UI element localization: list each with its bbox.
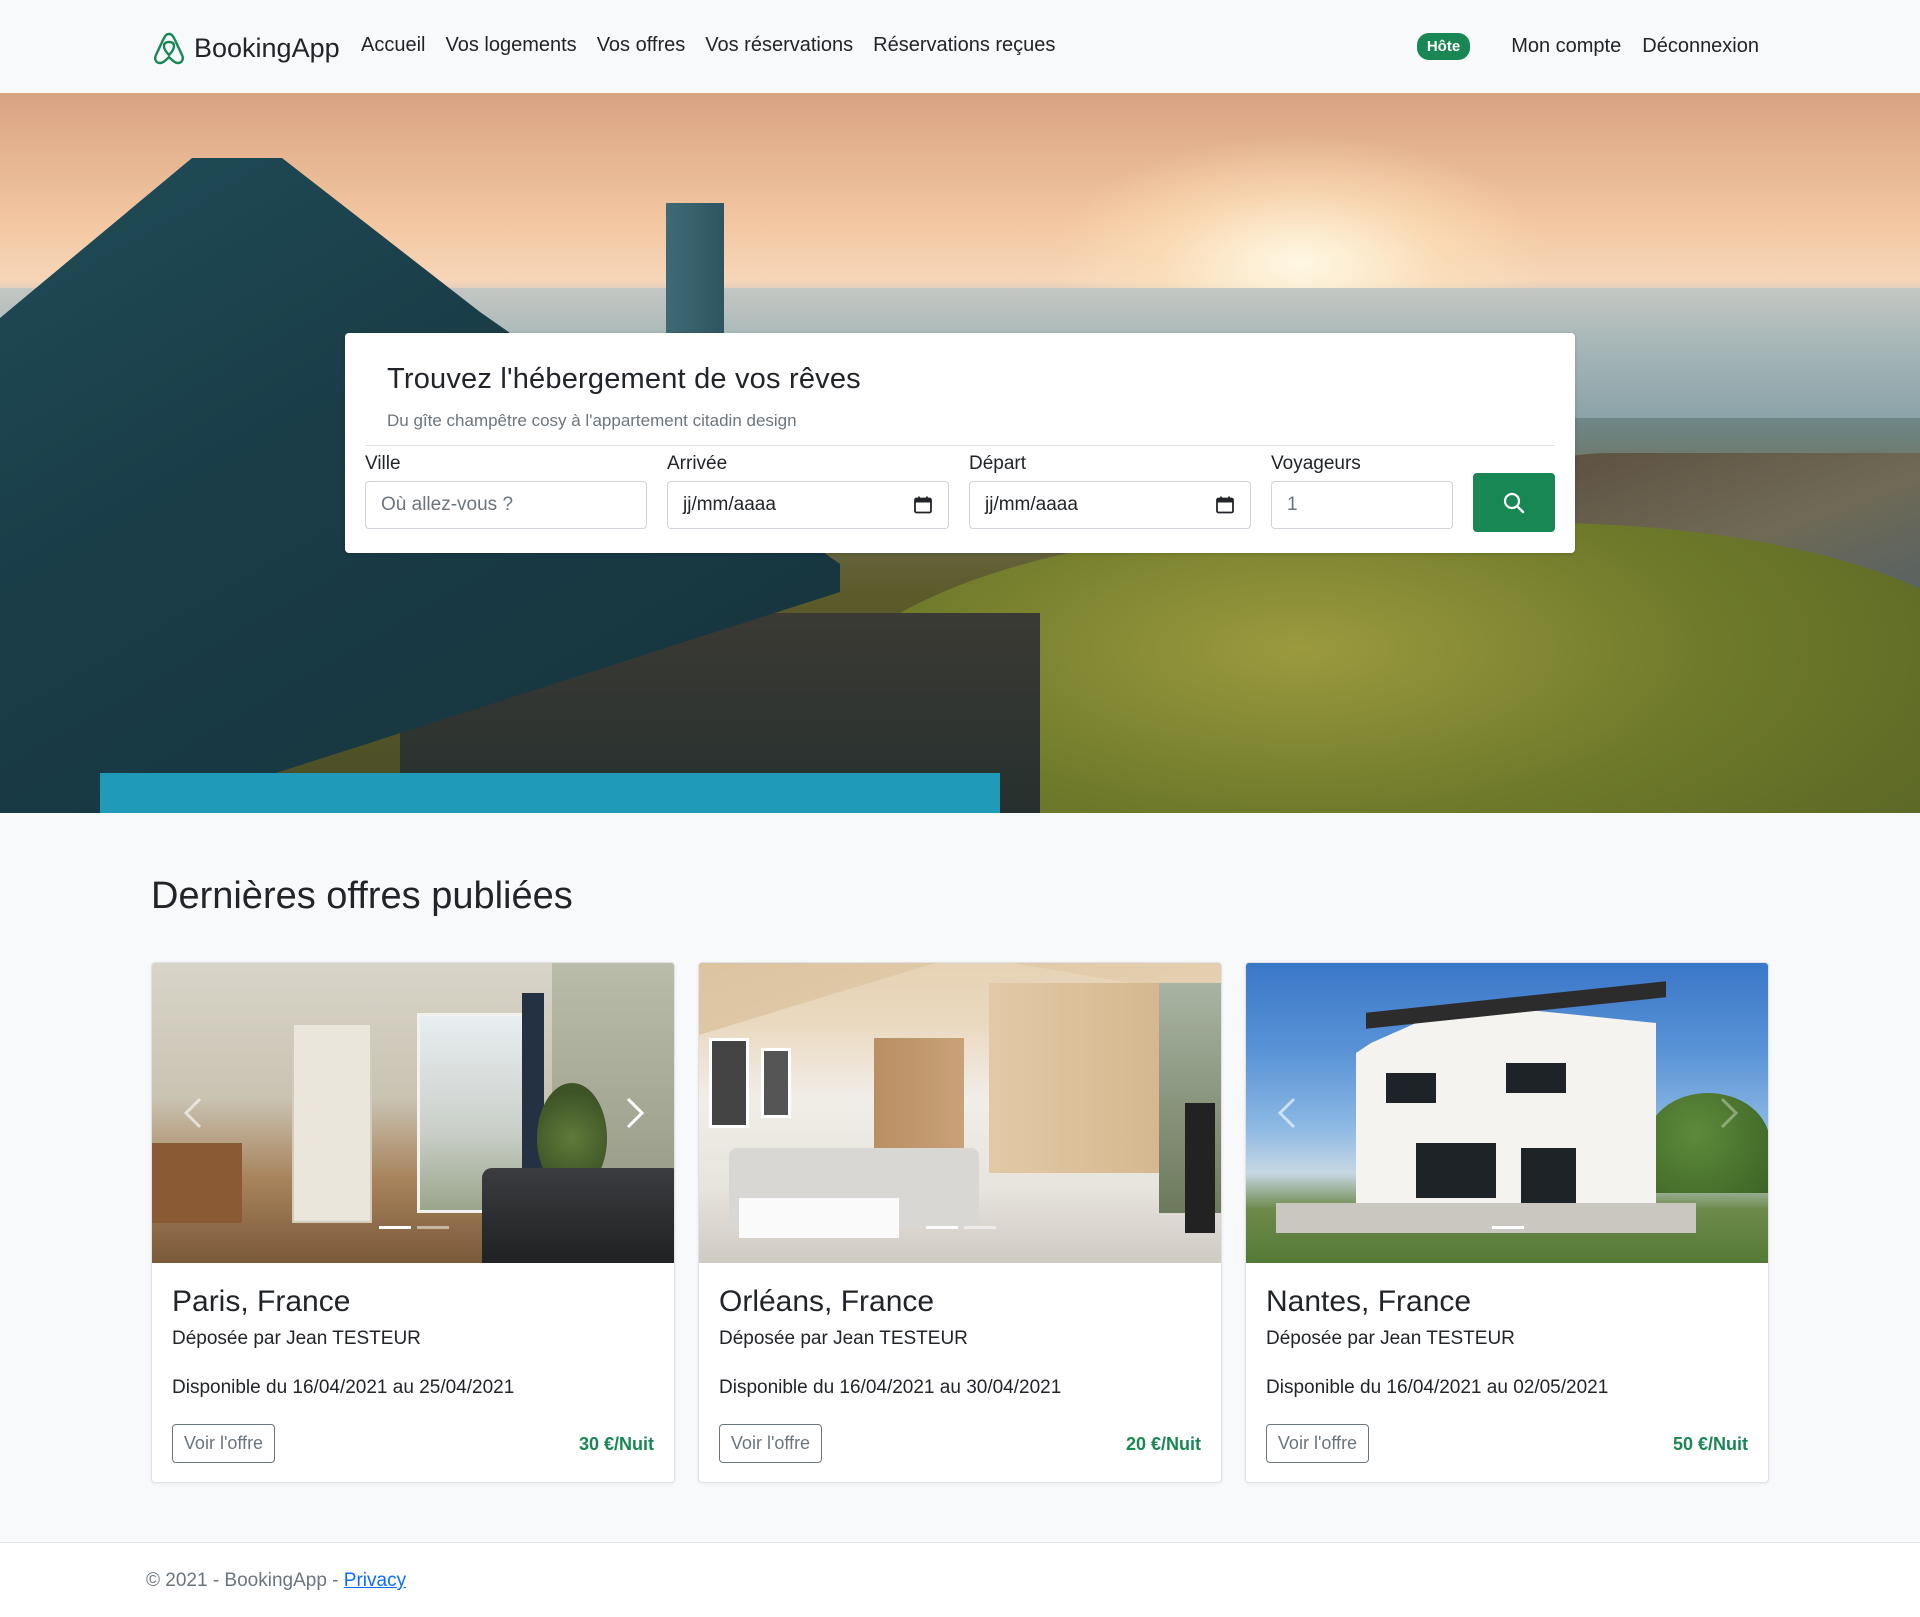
image-window [1386, 1073, 1436, 1103]
nav-my-listings[interactable]: Vos logements [445, 34, 576, 57]
privacy-link[interactable]: Privacy [344, 1570, 406, 1591]
offer-card: Nantes, France Déposée par Jean TESTEUR … [1245, 962, 1769, 1483]
hero-pool [100, 773, 1000, 813]
offer-city: Paris, France [172, 1285, 351, 1318]
chevron-right-icon[interactable] [620, 1093, 650, 1133]
offer-image-carousel[interactable] [699, 963, 1221, 1263]
departure-date-input[interactable]: jj/mm/aaaa [969, 481, 1251, 529]
view-offer-button[interactable]: Voir l'offre [172, 1424, 275, 1463]
airbnb-logo-icon [154, 32, 184, 65]
image-window [1521, 1148, 1576, 1203]
nav-home[interactable]: Accueil [361, 34, 425, 57]
chevron-left-icon[interactable] [1272, 1093, 1302, 1133]
offer-availability: Disponible du 16/04/2021 au 02/05/2021 [1266, 1377, 1609, 1398]
image-frame [709, 1038, 749, 1128]
offer-card: Orléans, France Déposée par Jean TESTEUR… [698, 962, 1222, 1483]
nav-logout[interactable]: Déconnexion [1642, 35, 1759, 58]
host-badge: Hôte [1416, 33, 1471, 60]
carousel-indicator[interactable] [417, 1226, 449, 1229]
carousel-indicators [923, 1226, 999, 1229]
offer-price: 50 €/Nuit [1672, 1434, 1748, 1454]
arrival-label: Arrivée [667, 453, 728, 474]
latest-offers-title: Dernières offres publiées [151, 875, 573, 917]
nav-my-offers[interactable]: Vos offres [597, 34, 686, 57]
departure-value: jj/mm/aaaa [985, 494, 1078, 515]
offer-owner: Déposée par Jean TESTEUR [1266, 1328, 1515, 1349]
search-icon [1503, 492, 1525, 513]
offer-card: Paris, France Déposée par Jean TESTEUR D… [151, 962, 675, 1483]
image-wood-wall [989, 983, 1159, 1173]
carousel-indicator[interactable] [1492, 1226, 1524, 1229]
offer-image-carousel[interactable] [152, 963, 674, 1263]
brand-name: BookingApp [194, 32, 340, 63]
offer-city: Orléans, France [719, 1285, 935, 1318]
carousel-indicator[interactable] [926, 1226, 958, 1229]
footer-text: © 2021 - BookingApp - Privacy [146, 1570, 406, 1592]
carousel-indicator[interactable] [964, 1226, 996, 1229]
footer: © 2021 - BookingApp - Privacy [0, 1542, 1920, 1617]
nav-received-bookings[interactable]: Réservations reçues [873, 34, 1055, 57]
offer-availability: Disponible du 16/04/2021 au 25/04/2021 [172, 1377, 515, 1398]
view-offer-button[interactable]: Voir l'offre [1266, 1424, 1369, 1463]
arrival-field-group: Arrivée jj/mm/aaaa [667, 453, 949, 529]
arrival-date-input[interactable]: jj/mm/aaaa [667, 481, 949, 529]
search-card: Trouvez l'hébergement de vos rêves Du gî… [345, 333, 1575, 553]
guests-label: Voyageurs [1271, 453, 1361, 474]
calendar-icon[interactable] [913, 495, 933, 515]
arrival-value: jj/mm/aaaa [683, 494, 776, 515]
image-window [1506, 1063, 1566, 1093]
image-trees [1646, 1093, 1768, 1193]
image-door [292, 1023, 372, 1223]
offer-city: Nantes, France [1266, 1285, 1472, 1318]
main-nav: Accueil Vos logements Vos offres Vos rés… [361, 34, 1075, 57]
image-frame [761, 1048, 791, 1118]
chevron-right-icon[interactable] [1714, 1093, 1744, 1133]
image-coffee-table [739, 1198, 899, 1238]
search-subtitle: Du gîte champêtre cosy à l'appartement c… [387, 411, 797, 430]
calendar-icon[interactable] [1215, 495, 1235, 515]
carousel-indicator[interactable] [379, 1226, 411, 1229]
image-stove [1185, 1103, 1215, 1233]
search-title: Trouvez l'hébergement de vos rêves [387, 363, 861, 395]
offer-price: 20 €/Nuit [1125, 1434, 1201, 1454]
city-label: Ville [365, 453, 401, 474]
nav-my-bookings[interactable]: Vos réservations [705, 34, 853, 57]
footer-copyright: © 2021 - BookingApp - [146, 1570, 344, 1591]
city-field-group: Ville Où allez-vous ? [365, 453, 647, 529]
nav-account[interactable]: Mon compte [1511, 35, 1621, 58]
image-terrace [1276, 1203, 1696, 1233]
offer-image-carousel[interactable] [1246, 963, 1768, 1263]
offer-owner: Déposée par Jean TESTEUR [172, 1328, 421, 1349]
user-nav: Hôte Mon compte Déconnexion [1416, 33, 1759, 60]
carousel-indicators [1489, 1226, 1527, 1229]
brand[interactable]: BookingApp [151, 30, 340, 66]
navbar: BookingApp Accueil Vos logements Vos off… [0, 0, 1920, 93]
offer-owner: Déposée par Jean TESTEUR [719, 1328, 968, 1349]
search-button[interactable] [1473, 473, 1555, 532]
city-placeholder: Où allez-vous ? [381, 494, 514, 515]
offer-price: 30 €/Nuit [578, 1434, 654, 1454]
guests-value: 1 [1287, 494, 1298, 515]
city-input[interactable]: Où allez-vous ? [365, 481, 647, 529]
search-divider [365, 445, 1555, 446]
image-window [1416, 1143, 1496, 1198]
departure-field-group: Départ jj/mm/aaaa [969, 453, 1251, 529]
guests-input[interactable]: 1 [1271, 481, 1453, 529]
image-cabinet [874, 1038, 964, 1163]
image-table [152, 1143, 242, 1223]
carousel-indicators [376, 1226, 452, 1229]
chevron-left-icon[interactable] [178, 1093, 208, 1133]
departure-label: Départ [969, 453, 1027, 474]
offer-availability: Disponible du 16/04/2021 au 30/04/2021 [719, 1377, 1062, 1398]
image-house [1356, 1003, 1656, 1203]
guests-field-group: Voyageurs 1 [1271, 453, 1453, 529]
view-offer-button[interactable]: Voir l'offre [719, 1424, 822, 1463]
image-sofa [482, 1168, 674, 1263]
